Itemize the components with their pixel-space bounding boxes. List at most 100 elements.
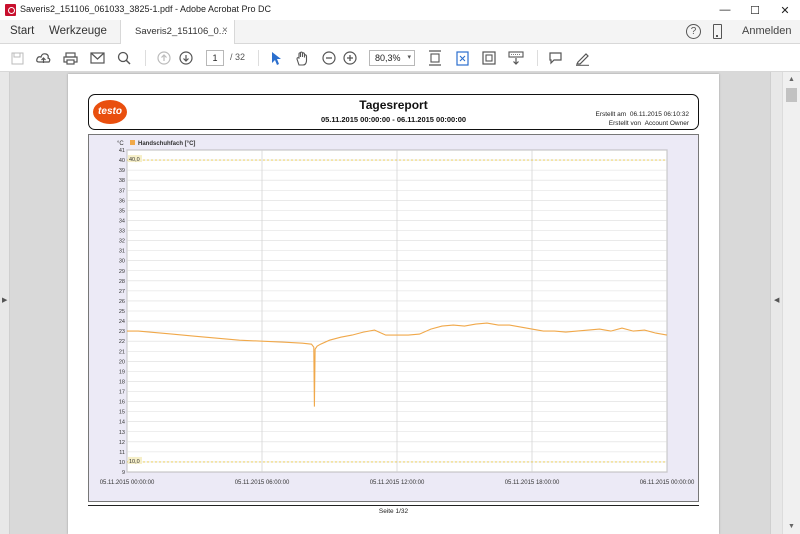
acrobat-icon <box>5 4 16 16</box>
help-icon[interactable]: ? <box>686 24 701 39</box>
footer-divider <box>88 505 699 507</box>
y-tick-label: 25 <box>119 309 125 315</box>
chevron-down-icon: ▾ <box>407 54 411 61</box>
y-tick-label: 13 <box>119 430 125 436</box>
temperature-chart: 9 10 11 12 13 14 15 16 17 18 19 20 21 22 23 24 25 26 27 28 2… <box>88 134 699 502</box>
x-tick-label: 05.11.2015 06:00:00 <box>235 480 290 486</box>
next-page-icon[interactable] <box>178 50 194 66</box>
created-by-value: Account Owner <box>644 120 689 127</box>
comment-icon[interactable] <box>547 50 563 66</box>
chart-canvas: 9 10 11 12 13 14 15 16 17 18 19 20 21 22 23 24 25 26 27 28 2… <box>100 140 695 486</box>
x-tick-label: 05.11.2015 00:00:00 <box>100 480 155 486</box>
y-tick-label: 36 <box>119 198 125 204</box>
limit-label: 40,0 <box>129 157 140 163</box>
limit-label: 10,0 <box>129 459 140 465</box>
y-tick-label: 35 <box>119 208 125 214</box>
vertical-scrollbar[interactable]: ▲ ▼ <box>782 72 800 534</box>
y-tick-label: 16 <box>119 400 125 406</box>
y-tick-label: 34 <box>119 218 125 224</box>
pdf-page: testo Tagesreport 05.11.2015 00:00:00 - … <box>68 74 719 534</box>
right-pane-toggle[interactable]: ◀ <box>770 72 782 534</box>
signin-link[interactable]: Anmelden <box>742 25 792 37</box>
legend-label: Handschuhfach [°C] <box>138 141 195 147</box>
email-icon[interactable] <box>89 50 105 66</box>
page-number-input[interactable]: 1 <box>206 50 224 66</box>
y-tick-label: 33 <box>119 229 125 235</box>
y-axis-unit: °C <box>117 141 124 147</box>
expand-left-icon: ◀ <box>774 297 780 304</box>
window-title: Saveris2_151106_061033_3825-1.pdf - Adob… <box>20 4 272 14</box>
save-icon[interactable] <box>9 50 25 66</box>
created-on-value: 06.11.2015 06:10:32 <box>629 111 689 118</box>
read-mode-icon[interactable] <box>454 50 470 66</box>
x-tick-label: 05.11.2015 12:00:00 <box>370 480 425 486</box>
full-screen-icon[interactable] <box>481 50 497 66</box>
close-button[interactable]: ✕ <box>770 0 800 20</box>
y-tick-label: 37 <box>119 188 125 194</box>
y-tick-label: 22 <box>119 339 125 345</box>
toolbar-separator <box>258 50 259 66</box>
toolbar-separator <box>145 50 146 66</box>
y-tick-label: 40 <box>119 158 125 164</box>
y-tick-label: 15 <box>119 410 125 416</box>
print-icon[interactable] <box>62 50 78 66</box>
tab-tools[interactable]: Werkzeuge <box>49 25 107 37</box>
page-footer: Seite 1/32 <box>378 508 409 515</box>
document-workspace: ▶ testo Tagesreport 05.11.2015 00:00:00 … <box>0 72 800 534</box>
zoom-select[interactable]: 80,3% ▾ <box>369 50 415 66</box>
zoom-value: 80,3% <box>375 53 401 63</box>
x-tick-label: 06.11.2015 00:00:00 <box>640 480 695 486</box>
y-tick-label: 9 <box>122 470 125 476</box>
y-tick-label: 32 <box>119 239 125 245</box>
scrollbar-thumb[interactable] <box>786 88 797 102</box>
title-bar: Saveris2_151106_061033_3825-1.pdf - Adob… <box>0 0 800 20</box>
tab-home[interactable]: Start <box>10 25 34 37</box>
y-tick-label: 29 <box>119 269 125 275</box>
y-tick-label: 11 <box>119 450 125 456</box>
y-tick-label: 19 <box>119 369 125 375</box>
legend-swatch <box>130 140 135 145</box>
y-tick-label: 14 <box>119 420 125 426</box>
maximize-button[interactable]: ☐ <box>740 0 770 20</box>
y-tick-label: 31 <box>119 249 125 255</box>
scroll-up-icon[interactable]: ▲ <box>788 76 795 83</box>
created-by-label: Erstellt von <box>608 120 641 127</box>
y-tick-label: 21 <box>119 349 125 355</box>
previous-page-icon[interactable] <box>156 50 172 66</box>
y-tick-label: 38 <box>119 178 125 184</box>
hand-tool-icon[interactable] <box>294 50 310 66</box>
report-created-info: Erstellt am 06.11.2015 06:10:32 Erstellt… <box>596 110 690 128</box>
toolbar-separator <box>537 50 538 66</box>
mobile-link-icon[interactable] <box>713 24 722 39</box>
select-cursor-icon[interactable] <box>268 50 284 66</box>
zoom-in-icon[interactable] <box>342 50 358 66</box>
keyboard-scroll-icon[interactable] <box>508 50 524 66</box>
y-tick-label: 30 <box>119 259 125 265</box>
y-tick-label: 23 <box>119 329 125 335</box>
y-tick-label: 24 <box>119 319 125 325</box>
tab-close-icon[interactable]: × <box>222 25 228 36</box>
upload-cloud-icon[interactable] <box>35 50 51 66</box>
y-tick-label: 39 <box>119 168 125 174</box>
left-pane-toggle[interactable]: ▶ <box>0 72 10 534</box>
fit-page-icon[interactable] <box>427 50 443 66</box>
y-tick-label: 18 <box>119 379 125 385</box>
y-tick-label: 27 <box>119 289 125 295</box>
y-tick-label: 28 <box>119 279 125 285</box>
y-tick-label: 20 <box>119 359 125 365</box>
y-tick-label: 17 <box>119 390 125 396</box>
minimize-button[interactable]: — <box>710 0 740 20</box>
scroll-down-icon[interactable]: ▼ <box>788 523 795 530</box>
tab-document-label: Saveris2_151106_0... <box>135 26 227 37</box>
tab-bar: Start Werkzeuge Saveris2_151106_0... × ?… <box>0 20 800 44</box>
y-tick-label: 12 <box>119 440 125 446</box>
y-tick-label: 26 <box>119 299 125 305</box>
report-header: testo Tagesreport 05.11.2015 00:00:00 - … <box>88 94 699 130</box>
zoom-out-icon[interactable] <box>321 50 337 66</box>
search-icon[interactable] <box>116 50 132 66</box>
tab-document[interactable]: Saveris2_151106_0... × <box>120 20 235 44</box>
x-tick-label: 05.11.2015 18:00:00 <box>505 480 560 486</box>
page-total: / 32 <box>230 52 246 62</box>
highlight-pen-icon[interactable] <box>574 50 590 66</box>
created-on-label: Erstellt am <box>595 111 627 118</box>
